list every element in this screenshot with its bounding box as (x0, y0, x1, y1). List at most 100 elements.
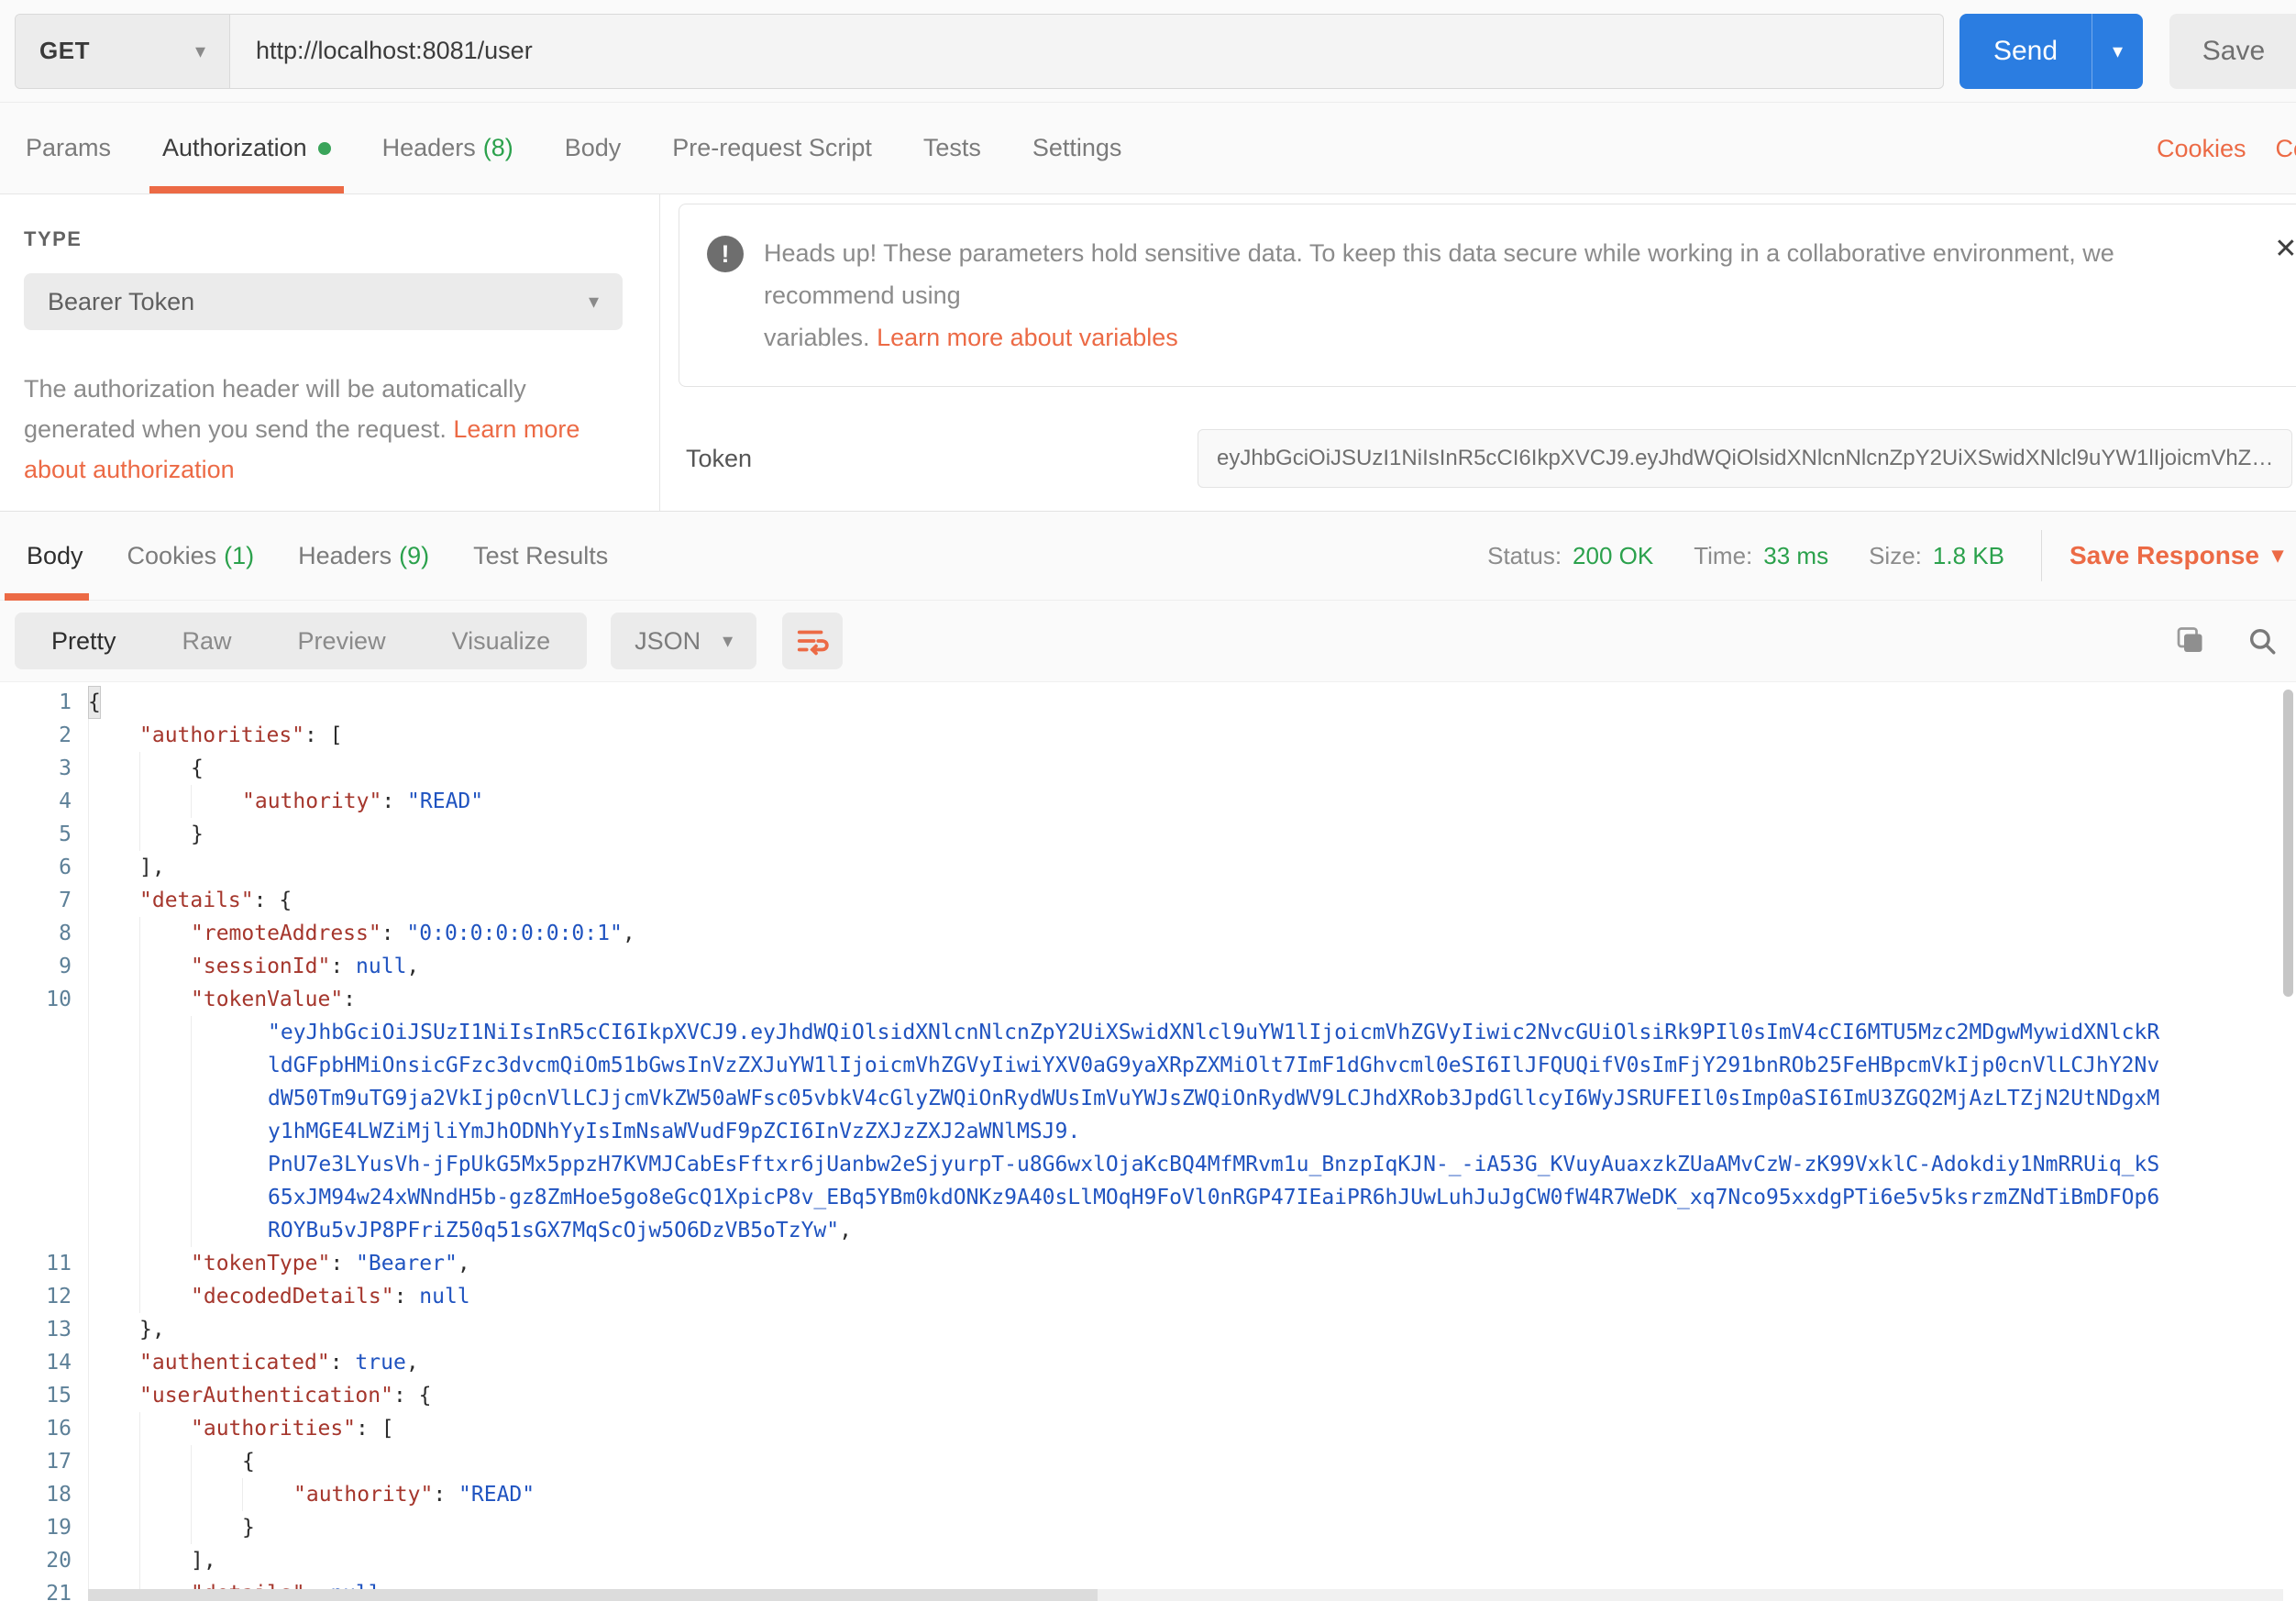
indent-guide (88, 1082, 139, 1115)
indent-guide (88, 1379, 139, 1412)
indent-guide (139, 752, 191, 785)
tab-label: Settings (1032, 134, 1122, 162)
json-key: "authority" (242, 785, 381, 818)
chevron-down-icon: ▾ (589, 292, 599, 312)
indent-guide (191, 1115, 242, 1148)
send-options-dropdown[interactable]: ▾ (2092, 14, 2143, 89)
code-line: 14"authenticated": true, (0, 1346, 2296, 1379)
indent-guide (139, 1181, 191, 1214)
response-tab-headers[interactable]: Headers(9) (276, 512, 451, 600)
line-content: "sessionId": null, (88, 950, 419, 983)
indent-guide (88, 884, 139, 917)
line-content: { (88, 1445, 255, 1478)
save-button[interactable]: Save ▾ (2169, 14, 2296, 89)
json-value: "eyJhbGciOiJSUzI1NiIsInR5cCI6IkpXVCJ9.ey… (268, 1016, 2159, 1049)
indent-guide (139, 818, 191, 851)
warning-banner: ! Heads up! These parameters hold sensit… (679, 204, 2296, 387)
json-punctuation: , (406, 1346, 419, 1379)
horizontal-scrollbar[interactable] (88, 1589, 2283, 1601)
indent-guide (88, 1148, 139, 1181)
view-visualize[interactable]: Visualize (419, 613, 584, 669)
indent-guide (88, 1181, 139, 1214)
language-select[interactable]: JSON ▾ (611, 613, 756, 669)
view-raw[interactable]: Raw (149, 613, 265, 669)
wrap-lines-button[interactable] (782, 613, 843, 669)
indent-pad (242, 1214, 268, 1247)
send-button[interactable]: Send ▾ (1959, 14, 2143, 89)
json-punctuation: } (242, 1511, 255, 1544)
line-content: "eyJhbGciOiJSUzI1NiIsInR5cCI6IkpXVCJ9.ey… (88, 1016, 2159, 1049)
auth-type-select[interactable]: Bearer Token ▾ (24, 273, 623, 330)
indent-guide (139, 1544, 191, 1577)
line-number: 6 (0, 851, 72, 884)
line-number: 5 (0, 818, 72, 851)
json-value: "Bearer" (356, 1247, 458, 1280)
json-value: ROYBu5vJP8PFriZ50q51sGX7MqScOjw5O6DzVB5o… (268, 1214, 839, 1247)
tab-count-badge: (8) (483, 134, 513, 162)
indent-guide (88, 851, 139, 884)
method-select[interactable]: GET ▾ (16, 15, 230, 88)
indent-guide (88, 719, 139, 752)
learn-more-variables-link[interactable]: Learn more about variables (877, 324, 1178, 351)
copy-button[interactable] (2173, 624, 2206, 657)
line-number: 7 (0, 884, 72, 917)
line-content: } (88, 1511, 255, 1544)
json-value: PnU7e3LYusVh-jFpUkG5Mx5ppzH7KVMJCabEsFft… (268, 1148, 2159, 1181)
response-body-viewer: 1{2"authorities": [3{4"authority": "READ… (0, 681, 2296, 1601)
code-line: 3{ (0, 752, 2296, 785)
line-content: } (88, 818, 204, 851)
close-icon[interactable]: ✕ (2274, 236, 2296, 263)
search-button[interactable] (2246, 625, 2278, 657)
indent-pad (242, 1049, 268, 1082)
json-value: null (419, 1280, 469, 1313)
json-punctuation: , (406, 950, 419, 983)
view-pretty[interactable]: Pretty (18, 613, 149, 669)
code-line: PnU7e3LYusVh-jFpUkG5Mx5ppzH7KVMJCabEsFft… (0, 1148, 2296, 1181)
url-input[interactable]: http://localhost:8081/user (230, 15, 1943, 88)
token-input[interactable]: eyJhbGciOiJSUzI1NiIsInR5cCI6IkpXVCJ9.eyJ… (1198, 429, 2292, 488)
indent-guide (191, 1049, 242, 1082)
line-content: dW50Tm9uTG9ja2VkIjp0cnVlLCJjcmVkZW50aWFs… (88, 1082, 2159, 1115)
url-group: GET ▾ http://localhost:8081/user (15, 14, 1944, 89)
response-tab-cookies[interactable]: Cookies(1) (105, 512, 277, 600)
indent-guide (88, 1478, 139, 1511)
tab-label: Headers (382, 134, 476, 162)
tab-settings[interactable]: Settings (1007, 103, 1148, 193)
auth-type-value: Bearer Token (48, 288, 194, 316)
horizontal-scrollbar-thumb[interactable] (88, 1589, 1098, 1601)
line-content: "authenticated": true, (88, 1346, 419, 1379)
code-line: 8"remoteAddress": "0:0:0:0:0:0:0:1", (0, 917, 2296, 950)
line-number (0, 1115, 72, 1148)
tab-headers[interactable]: Headers(8) (357, 103, 539, 193)
response-status-group: Status: 200 OK Time: 33 ms Size: 1.8 KB … (1447, 512, 2283, 600)
tab-authorization[interactable]: Authorization (137, 103, 357, 193)
json-key: "decodedDetails" (191, 1280, 394, 1313)
request-links: Cookies Code (2157, 103, 2296, 194)
indent-guide (88, 1115, 139, 1148)
json-value: y1hMGE4LWZiMjliYmJhODNhYyIsImNsaWVudF9pZ… (268, 1115, 1080, 1148)
indent-guide (139, 1511, 191, 1544)
indent-guide (191, 1478, 242, 1511)
code-line: 12"decodedDetails": null (0, 1280, 2296, 1313)
chevron-down-icon: ▾ (2272, 545, 2283, 567)
line-number: 17 (0, 1445, 72, 1478)
json-punctuation: : (433, 1478, 458, 1511)
indent-guide (88, 917, 139, 950)
vertical-scrollbar[interactable] (2283, 690, 2293, 997)
tab-body[interactable]: Body (539, 103, 647, 193)
indent-guide (139, 1445, 191, 1478)
code-link[interactable]: Code (2276, 135, 2296, 163)
chevron-down-icon: ▾ (195, 41, 205, 61)
indent-guide (88, 1346, 139, 1379)
cookies-link[interactable]: Cookies (2157, 135, 2246, 163)
response-tab-test-results[interactable]: Test Results (451, 512, 630, 600)
view-preview[interactable]: Preview (265, 613, 419, 669)
line-content: { (88, 752, 204, 785)
save-response-button[interactable]: Save Response ▾ (2070, 541, 2283, 570)
response-tab-body[interactable]: Body (5, 512, 105, 600)
tab-tests[interactable]: Tests (898, 103, 1007, 193)
tab-pre-request-script[interactable]: Pre-request Script (646, 103, 898, 193)
tab-params[interactable]: Params (0, 103, 137, 193)
send-label: Send (1959, 14, 2092, 89)
indent-guide (139, 785, 191, 818)
